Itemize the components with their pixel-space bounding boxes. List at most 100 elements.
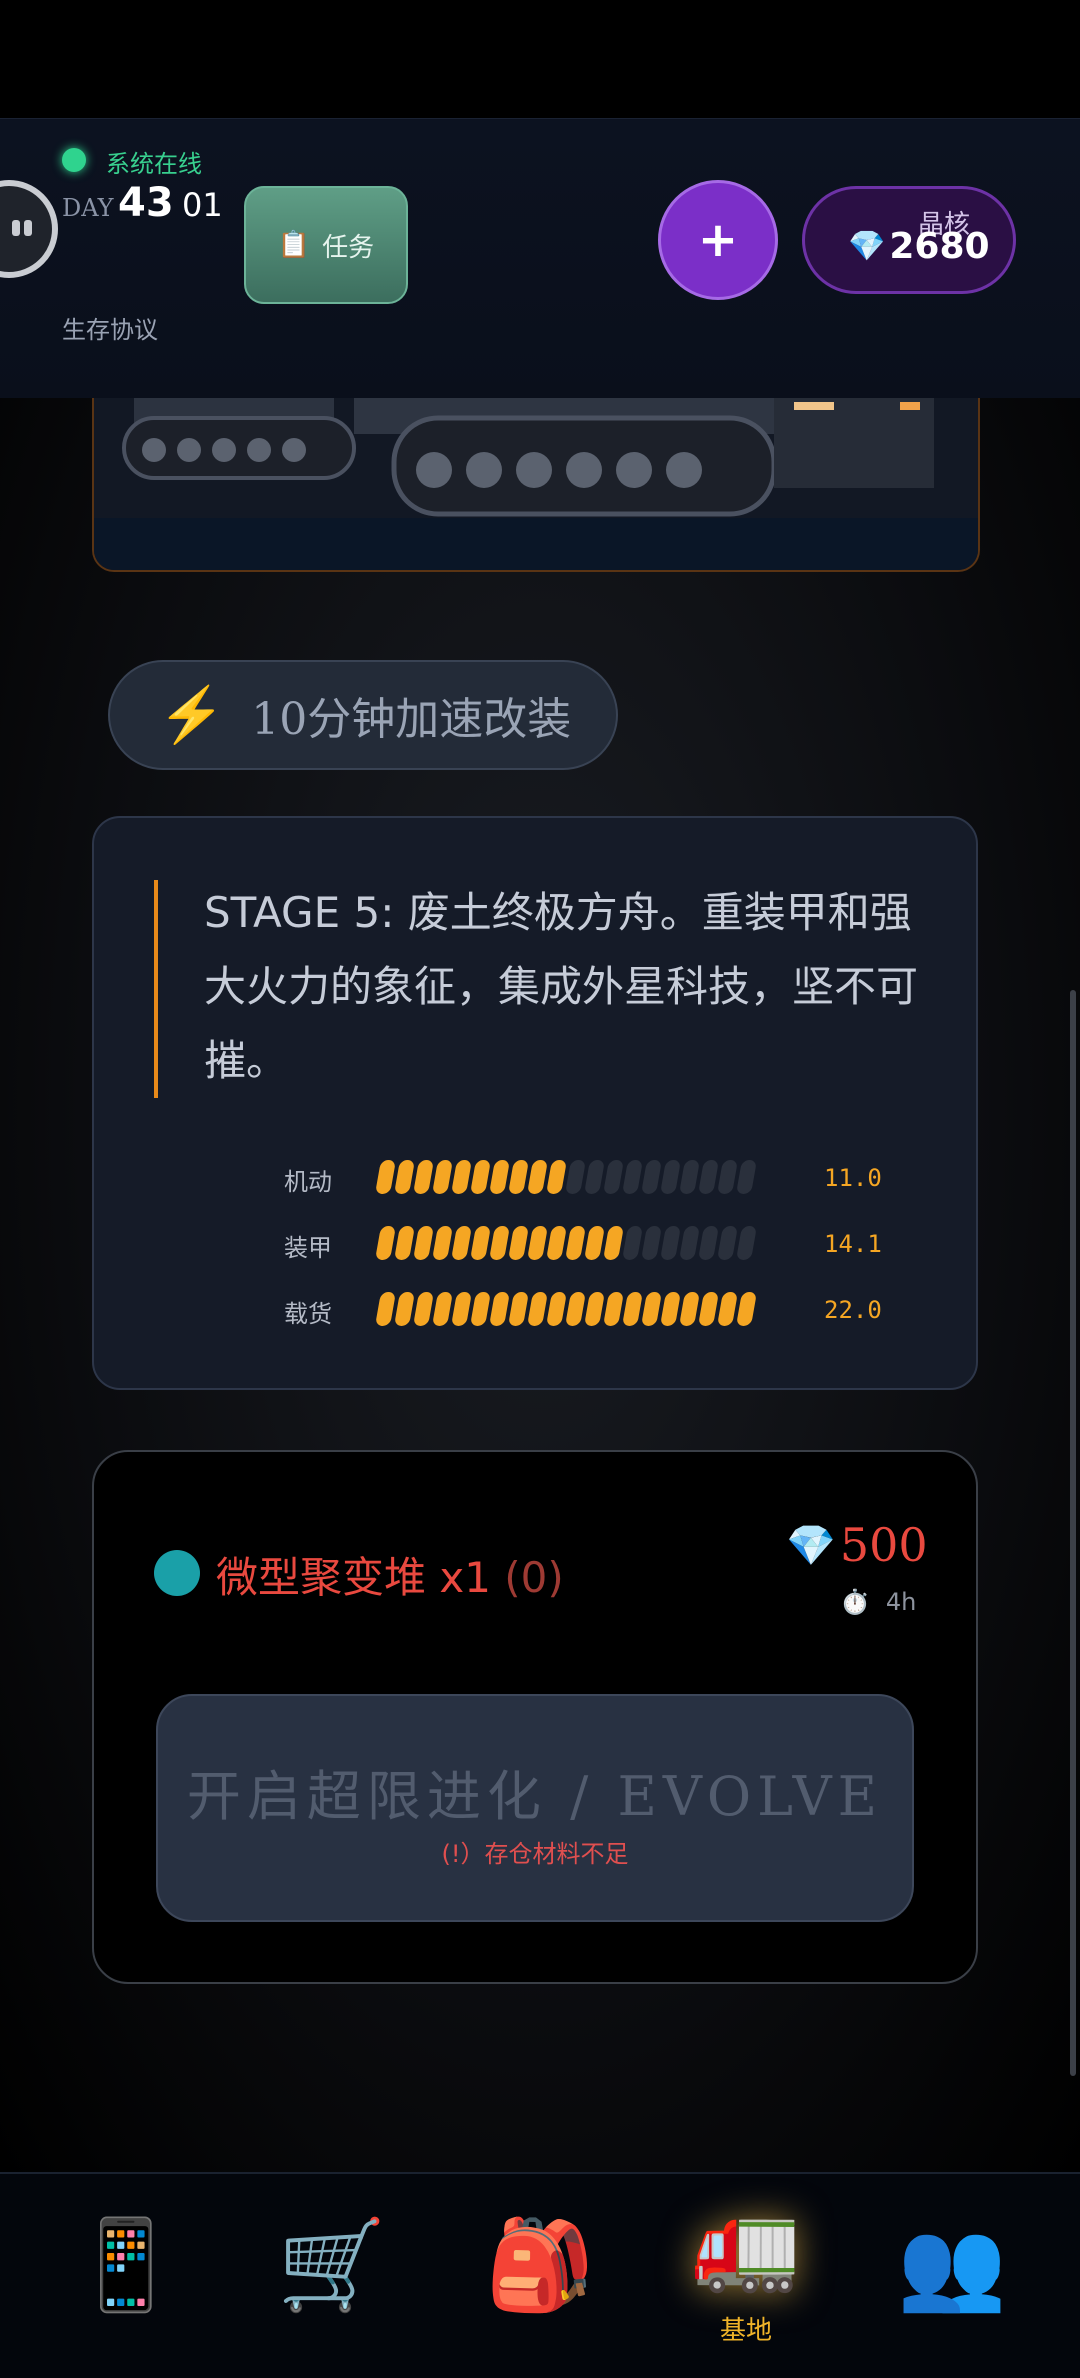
- stat-segment: [546, 1292, 567, 1326]
- stat-segment: [565, 1226, 586, 1260]
- nav-social-icon[interactable]: 👥: [892, 2210, 1012, 2320]
- nav-phone-icon[interactable]: 📱: [66, 2210, 186, 2320]
- evolve-duration: ⏱️ 4h: [840, 1588, 916, 1616]
- day-number: 43: [118, 180, 174, 226]
- nav-shop-icon[interactable]: 🛒: [272, 2210, 392, 2320]
- stat-bar-armor: [375, 1226, 798, 1260]
- stat-segment: [641, 1226, 662, 1260]
- crystal-value: 💎 2680: [848, 226, 990, 267]
- stopwatch-icon: ⏱️: [840, 1588, 870, 1616]
- stat-segment: [584, 1160, 605, 1194]
- stat-segment: [375, 1226, 396, 1260]
- stat-segment: [394, 1292, 415, 1326]
- stat-segment: [413, 1160, 434, 1194]
- online-status-text: 系统在线: [106, 150, 202, 178]
- stat-segment: [527, 1292, 548, 1326]
- gem-icon: 💎: [848, 229, 886, 264]
- stat-segment: [698, 1226, 719, 1260]
- stat-segment: [698, 1292, 719, 1326]
- stat-segment: [527, 1160, 548, 1194]
- stat-segment: [394, 1160, 415, 1194]
- stat-segment: [375, 1292, 396, 1326]
- stat-segment: [603, 1160, 624, 1194]
- stat-segment: [679, 1226, 700, 1260]
- stat-segment: [413, 1292, 434, 1326]
- material-count: (0): [504, 1553, 564, 1602]
- stat-segment: [413, 1226, 434, 1260]
- nav-backpack-icon[interactable]: 🎒: [480, 2210, 600, 2320]
- stat-segment: [470, 1160, 491, 1194]
- stage-description: STAGE 5: 废土终极方舟。重装甲和强大火力的象征，集成外星科技，坚不可摧。: [204, 888, 919, 1085]
- nav-base-truck-icon[interactable]: 🚛: [686, 2190, 806, 2300]
- nav-base-label: 基地: [719, 2316, 772, 2346]
- stat-segment: [451, 1226, 472, 1260]
- stat-segment: [451, 1160, 472, 1194]
- stat-segment: [603, 1226, 624, 1260]
- gem-icon: 💎: [786, 1522, 836, 1569]
- stat-value-armor: 14.1: [824, 1230, 882, 1258]
- stat-label-cargo: 载货: [284, 1300, 332, 1328]
- stat-segment: [717, 1226, 738, 1260]
- stat-segment: [470, 1292, 491, 1326]
- stat-segment: [717, 1292, 738, 1326]
- stat-segment: [736, 1292, 757, 1326]
- tank-illustration: [94, 398, 978, 570]
- stat-segment: [679, 1160, 700, 1194]
- stat-segment: [508, 1226, 529, 1260]
- stat-segment: [470, 1226, 491, 1260]
- stat-segment: [527, 1226, 548, 1260]
- stat-segment: [641, 1292, 662, 1326]
- scrollbar[interactable]: [1070, 990, 1076, 2076]
- stat-segment: [375, 1160, 396, 1194]
- add-crystal-button[interactable]: +: [658, 180, 778, 300]
- stat-segment: [432, 1226, 453, 1260]
- stat-segment: [622, 1292, 643, 1326]
- evolve-cost: 💎 500: [786, 1518, 928, 1572]
- vehicle-image: [92, 398, 980, 572]
- stat-segment: [394, 1226, 415, 1260]
- duration-value: 4h: [885, 1588, 917, 1616]
- stat-segment: [717, 1160, 738, 1194]
- online-status-dot: [62, 148, 86, 172]
- speed-upgrade-label: 10分钟加速改装: [251, 694, 572, 745]
- stat-segment: [698, 1160, 719, 1194]
- stat-bar-cargo: [375, 1292, 798, 1326]
- crystal-amount: 2680: [889, 226, 990, 267]
- stat-segment: [489, 1292, 510, 1326]
- lightning-icon: ⚡: [158, 683, 226, 746]
- stat-segment: [660, 1160, 681, 1194]
- speed-upgrade-button[interactable]: ⚡ 10分钟加速改装: [108, 660, 618, 770]
- protocol-label: 生存协议: [62, 316, 158, 344]
- stat-segment: [584, 1292, 605, 1326]
- stat-bar-mobility: [375, 1160, 798, 1194]
- stage-accent-bar: [154, 880, 158, 1098]
- stat-segment: [546, 1226, 567, 1260]
- material-label: 微型聚变堆 x1: [216, 1553, 491, 1602]
- item-rarity-dot: [154, 1550, 200, 1596]
- stat-segment: [489, 1160, 510, 1194]
- stat-segment: [565, 1160, 586, 1194]
- day-subvalue: 01: [182, 186, 223, 224]
- stat-label-armor: 装甲: [284, 1234, 332, 1262]
- stat-segment: [584, 1226, 605, 1260]
- stat-segment: [432, 1292, 453, 1326]
- material-name: 微型聚变堆 x1 (0): [216, 1544, 564, 1605]
- stat-segment: [508, 1160, 529, 1194]
- stat-segment: [679, 1292, 700, 1326]
- stat-segment: [622, 1160, 643, 1194]
- stat-segment: [641, 1160, 662, 1194]
- day-label: DAY: [62, 194, 114, 222]
- clipboard-icon: 📋: [277, 230, 311, 260]
- insufficient-material-warning: (!）存仓材料不足: [441, 1840, 629, 1868]
- stat-segment: [508, 1292, 529, 1326]
- stat-segment: [660, 1292, 681, 1326]
- task-button[interactable]: 📋 任务: [244, 186, 408, 304]
- evolve-button-label: 开启超限进化 / EVOLVE: [186, 1765, 884, 1828]
- stat-segment: [432, 1160, 453, 1194]
- stat-label-mobility: 机动: [284, 1168, 332, 1196]
- stat-value-cargo: 22.0: [824, 1296, 882, 1324]
- stat-segment: [565, 1292, 586, 1326]
- stat-segment: [603, 1292, 624, 1326]
- stat-segment: [660, 1226, 681, 1260]
- stat-segment: [451, 1292, 472, 1326]
